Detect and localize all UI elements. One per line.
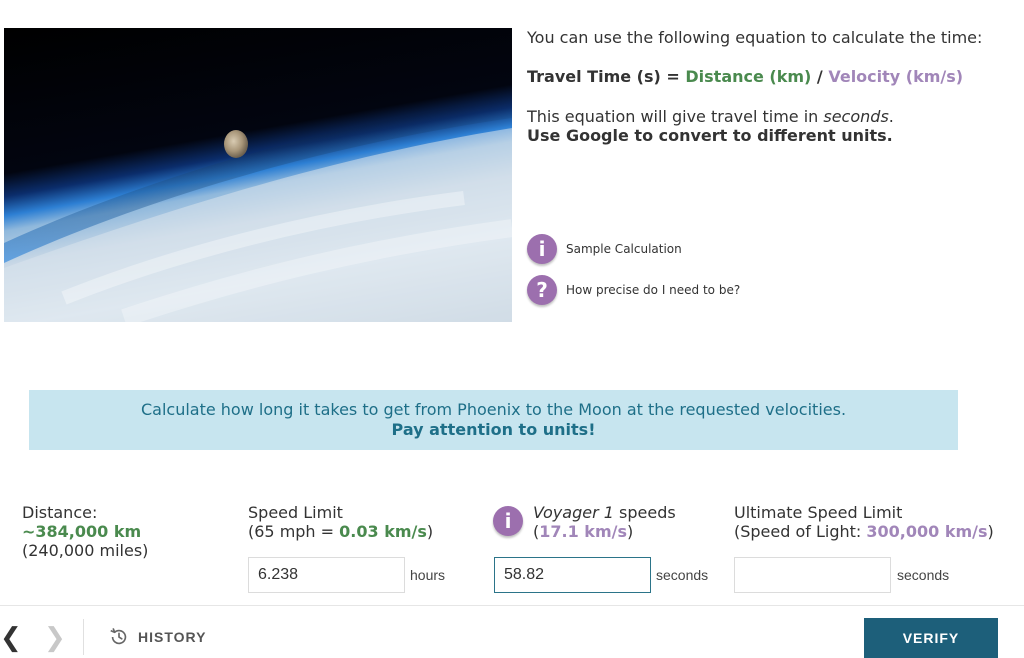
note-bold: Use Google to convert to different units… bbox=[527, 126, 893, 145]
question-icon: ? bbox=[527, 275, 557, 305]
light-speed-post: ) bbox=[987, 522, 994, 541]
voyager-title-em: Voyager 1 bbox=[533, 503, 614, 522]
verify-button[interactable]: VERIFY bbox=[864, 618, 998, 658]
speed-limit-post: ) bbox=[426, 522, 434, 541]
voyager-value: 17.1 km/s bbox=[539, 522, 627, 541]
voyager-post: ) bbox=[626, 522, 634, 541]
nav-separator bbox=[83, 619, 84, 655]
history-button[interactable]: HISTORY bbox=[108, 626, 206, 648]
sample-calculation-link[interactable]: i Sample Calculation bbox=[527, 234, 682, 264]
voyager-column: Voyager 1 speeds (17.1 km/s) bbox=[533, 503, 676, 541]
chevron-left-icon[interactable]: ❮ bbox=[0, 625, 22, 651]
light-speed-value: 300,000 km/s bbox=[866, 522, 988, 541]
earth-moon-photo bbox=[4, 28, 512, 322]
distance-column: Distance: ~384,000 km (240,000 miles) bbox=[22, 503, 148, 560]
banner-line-1: Calculate how long it takes to get from … bbox=[140, 400, 847, 419]
footer-divider bbox=[0, 605, 1024, 606]
speed-limit-value: 0.03 km/s bbox=[339, 522, 427, 541]
equation-distance: Distance (km) bbox=[685, 67, 812, 86]
equation-lhs: Travel Time (s) = bbox=[527, 67, 686, 86]
chevron-right-icon[interactable]: ❯ bbox=[44, 625, 66, 651]
equation-operator: / bbox=[811, 67, 829, 86]
voyager-title-rest: speeds bbox=[613, 503, 676, 522]
units-note: This equation will give travel time in s… bbox=[527, 107, 894, 145]
distance-label: Distance: bbox=[22, 503, 98, 522]
light-speed-subtitle: (Speed of Light: 300,000 km/s) bbox=[734, 522, 994, 541]
note-emphasis: seconds bbox=[823, 107, 889, 126]
moon-shape bbox=[224, 130, 248, 158]
history-icon bbox=[110, 628, 127, 645]
speed-limit-title: Speed Limit bbox=[248, 503, 343, 522]
light-speed-title: Ultimate Speed Limit bbox=[734, 503, 903, 522]
distance-value: ~384,000 km bbox=[22, 522, 142, 541]
light-speed-time-input[interactable] bbox=[734, 557, 891, 593]
light-speed-pre: (Speed of Light: bbox=[734, 522, 867, 541]
history-label: HISTORY bbox=[138, 629, 207, 645]
note-text: This equation will give travel time in bbox=[527, 107, 824, 126]
speed-limit-subtitle: (65 mph = 0.03 km/s) bbox=[248, 522, 433, 541]
instructions-banner: Calculate how long it takes to get from … bbox=[29, 390, 958, 450]
sample-calculation-label: Sample Calculation bbox=[566, 242, 682, 256]
precision-help-label: How precise do I need to be? bbox=[566, 283, 741, 297]
equation-intro: You can use the following equation to ca… bbox=[527, 28, 983, 47]
speed-limit-time-input[interactable] bbox=[248, 557, 405, 593]
voyager-time-input[interactable] bbox=[494, 557, 651, 593]
light-speed-unit: seconds bbox=[897, 567, 950, 583]
equation-velocity: Velocity (km/s) bbox=[828, 67, 964, 86]
speed-limit-pre: (65 mph = bbox=[248, 522, 340, 541]
precision-help-link[interactable]: ? How precise do I need to be? bbox=[527, 275, 740, 305]
speed-limit-column: Speed Limit (65 mph = 0.03 km/s) bbox=[248, 503, 433, 541]
voyager-info-icon[interactable]: i bbox=[493, 506, 523, 536]
info-icon: i bbox=[527, 234, 557, 264]
travel-time-equation: Travel Time (s) = Distance (km) / Veloci… bbox=[527, 67, 963, 87]
banner-line-2: Pay attention to units! bbox=[391, 420, 596, 439]
voyager-subtitle: (17.1 km/s) bbox=[533, 522, 676, 541]
distance-miles: (240,000 miles) bbox=[22, 541, 149, 560]
voyager-title: Voyager 1 speeds bbox=[533, 503, 676, 522]
voyager-unit: seconds bbox=[656, 567, 709, 583]
light-speed-column: Ultimate Speed Limit (Speed of Light: 30… bbox=[734, 503, 994, 541]
speed-limit-unit: hours bbox=[410, 567, 446, 583]
earth-moon-illustration bbox=[4, 98, 512, 322]
note-period: . bbox=[888, 107, 894, 126]
